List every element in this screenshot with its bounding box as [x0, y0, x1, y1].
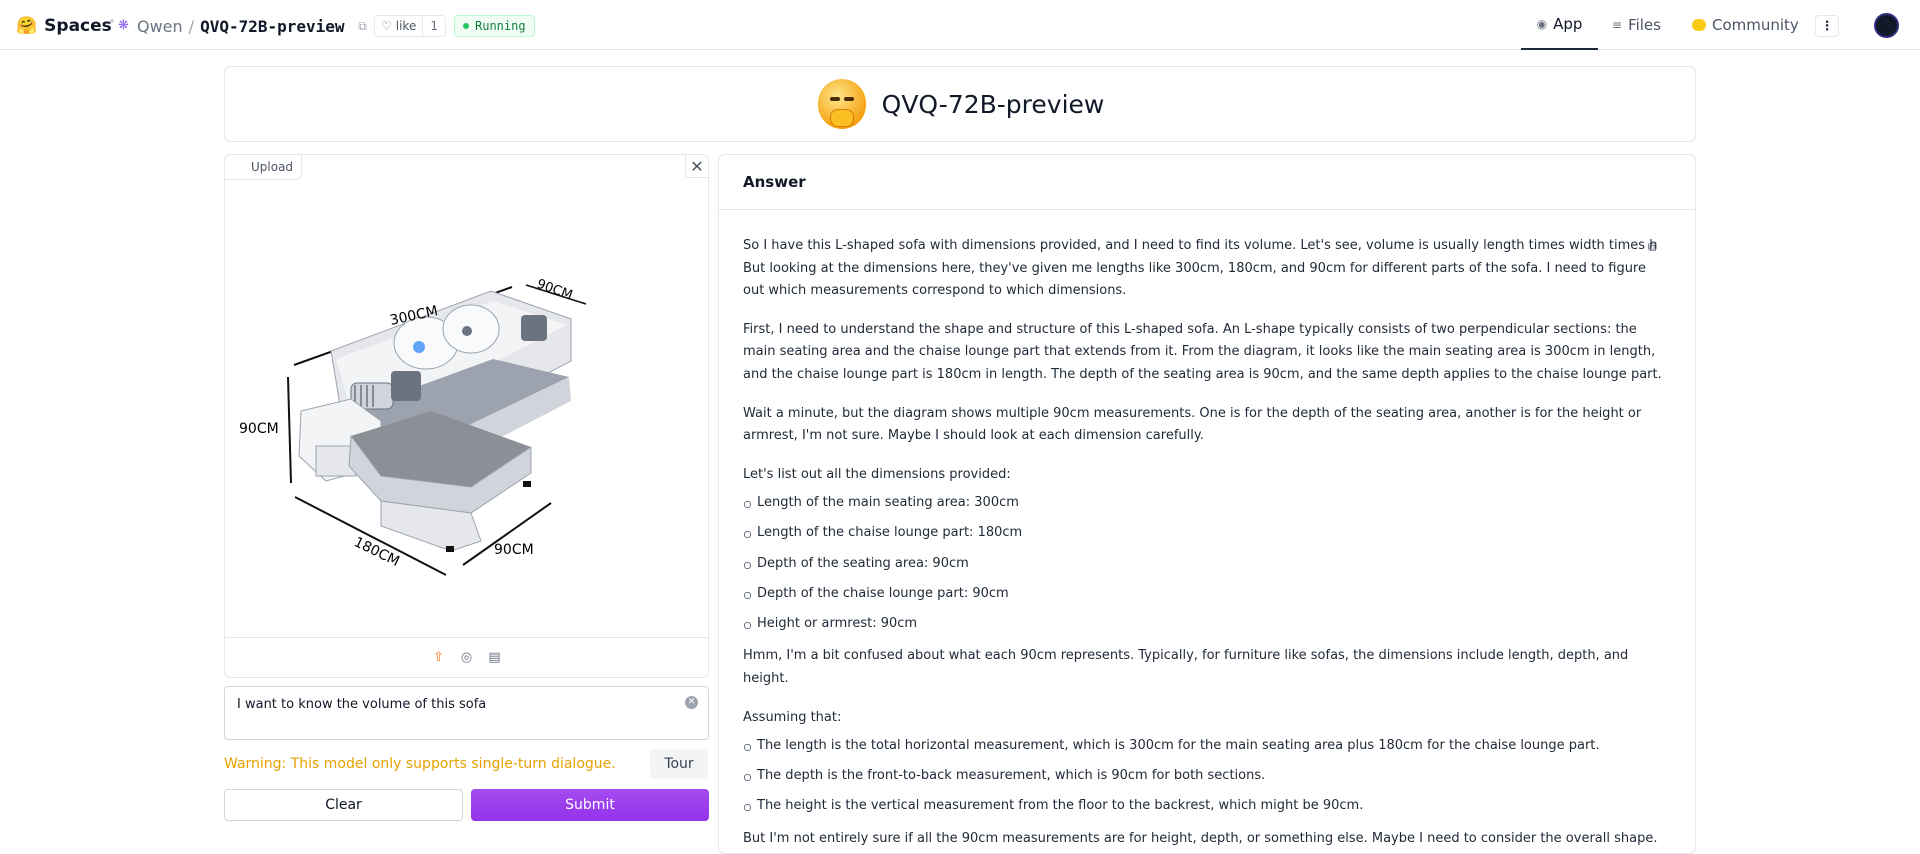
repo-breadcrumb: ❋ Qwen / QVQ-72B-preview ⧉	[118, 14, 370, 38]
answer-label: Answer	[719, 155, 1695, 210]
answer-paragraph: Let's list out all the dimensions provid…	[743, 466, 1011, 482]
tour-button[interactable]: Tour	[650, 749, 708, 779]
copy-repo-name-icon[interactable]: ⧉	[356, 19, 370, 33]
community-icon	[1692, 19, 1706, 31]
dim-height-label: 90CM	[239, 421, 279, 437]
assumption-list: The length is the total horizontal measu…	[743, 735, 1663, 818]
clear-button[interactable]: Clear	[224, 789, 463, 821]
list-item: Length of the chaise lounge part: 180cm	[743, 522, 1663, 545]
answer-paragraph: Hmm, I'm a bit confused about what each …	[743, 648, 1629, 686]
org-link[interactable]: Qwen	[137, 17, 183, 36]
user-avatar[interactable]	[1874, 13, 1899, 38]
org-logo-icon: ❋	[118, 18, 129, 33]
tab-files[interactable]: ≡ Files	[1612, 0, 1661, 50]
answer-paragraph: So I have this L-shaped sofa with dimens…	[743, 238, 1658, 299]
list-item: Depth of the chaise lounge part: 90cm	[743, 583, 1663, 606]
dim-depth-chaise-label: 90CM	[494, 542, 534, 558]
spaces-home-link[interactable]: 🤗 Spaces	[16, 15, 112, 37]
prompt-input[interactable]: I want to know the volume of this sofa ✕	[224, 686, 709, 740]
tab-app-label: App	[1553, 15, 1583, 33]
webcam-icon[interactable]: ◎	[458, 649, 476, 667]
tab-community[interactable]: Community	[1692, 0, 1799, 50]
files-icon: ≡	[1612, 18, 1623, 32]
app-title-card: QVQ-72B-preview	[224, 66, 1696, 142]
running-dot-icon	[463, 23, 469, 29]
page-title: QVQ-72B-preview	[881, 89, 1105, 119]
prompt-text: I want to know the volume of this sofa	[237, 697, 487, 712]
top-navigation-bar: 🤗 Spaces ❋ Qwen / QVQ-72B-preview ⧉ ♡ li…	[0, 0, 1920, 50]
remove-image-button[interactable]: ✕	[685, 155, 708, 178]
tab-files-label: Files	[1628, 16, 1661, 34]
brand-label: Spaces	[44, 16, 112, 36]
heart-icon: ♡	[381, 19, 392, 33]
upload-icon[interactable]: ⇧	[430, 649, 448, 667]
answer-paragraph: Wait a minute, but the diagram shows mul…	[743, 405, 1642, 444]
separator-dot	[110, 19, 114, 23]
list-item: Depth of the seating area: 90cm	[743, 553, 1663, 576]
answer-paragraph: Assuming that:	[743, 709, 842, 725]
list-item: Length of the main seating area: 300cm	[743, 492, 1663, 515]
answer-paragraph: But I'm not entirely sure if all the 90c…	[743, 830, 1658, 846]
warning-message: Warning: This model only supports single…	[224, 756, 616, 772]
tab-app[interactable]: ◉ App	[1521, 0, 1598, 50]
dim-depth-main-label: 90CM	[535, 277, 575, 304]
list-item: The depth is the front-to-back measureme…	[743, 765, 1663, 788]
tab-community-label: Community	[1712, 16, 1799, 34]
list-item: The height is the vertical measurement f…	[743, 795, 1663, 818]
clear-input-icon[interactable]: ✕	[685, 696, 698, 709]
list-item: The length is the total horizontal measu…	[743, 735, 1663, 758]
image-upload-panel[interactable]: Upload ✕ 300CM 90CM 90CM 180CM 90CM ⇧ ◎ …	[224, 154, 709, 678]
image-source-toolbar: ⇧ ◎ ▤	[225, 637, 708, 677]
list-item: Height or armrest: 90cm	[743, 613, 1663, 636]
answer-text: So I have this L-shaped sofa with dimens…	[743, 235, 1663, 853]
breadcrumb-slash: /	[188, 16, 195, 36]
like-label: like	[395, 19, 417, 33]
status-label: Running	[475, 19, 526, 33]
like-button[interactable]: ♡ like 1	[374, 15, 446, 37]
answer-panel: Answer ⧉ So I have this L-shaped sofa wi…	[718, 154, 1696, 854]
submit-button[interactable]: Submit	[471, 789, 709, 821]
like-count[interactable]: 1	[423, 19, 445, 33]
clipboard-icon[interactable]: ▤	[486, 649, 504, 667]
dimension-list: Length of the main seating area: 300cm L…	[743, 492, 1663, 635]
status-badge: Running	[454, 15, 535, 37]
app-icon: ◉	[1536, 17, 1548, 31]
thinking-emoji-icon	[816, 75, 868, 133]
answer-paragraph: First, I need to understand the shape an…	[743, 321, 1662, 382]
repo-link[interactable]: QVQ-72B-preview	[200, 17, 345, 36]
like-main[interactable]: ♡ like	[375, 16, 424, 36]
sofa-image: 300CM 90CM 90CM 180CM 90CM	[239, 277, 587, 576]
more-options-button[interactable]: ⋮	[1815, 15, 1839, 37]
hugging-face-logo-icon: 🤗	[16, 15, 38, 36]
upload-label: Upload	[225, 155, 303, 180]
